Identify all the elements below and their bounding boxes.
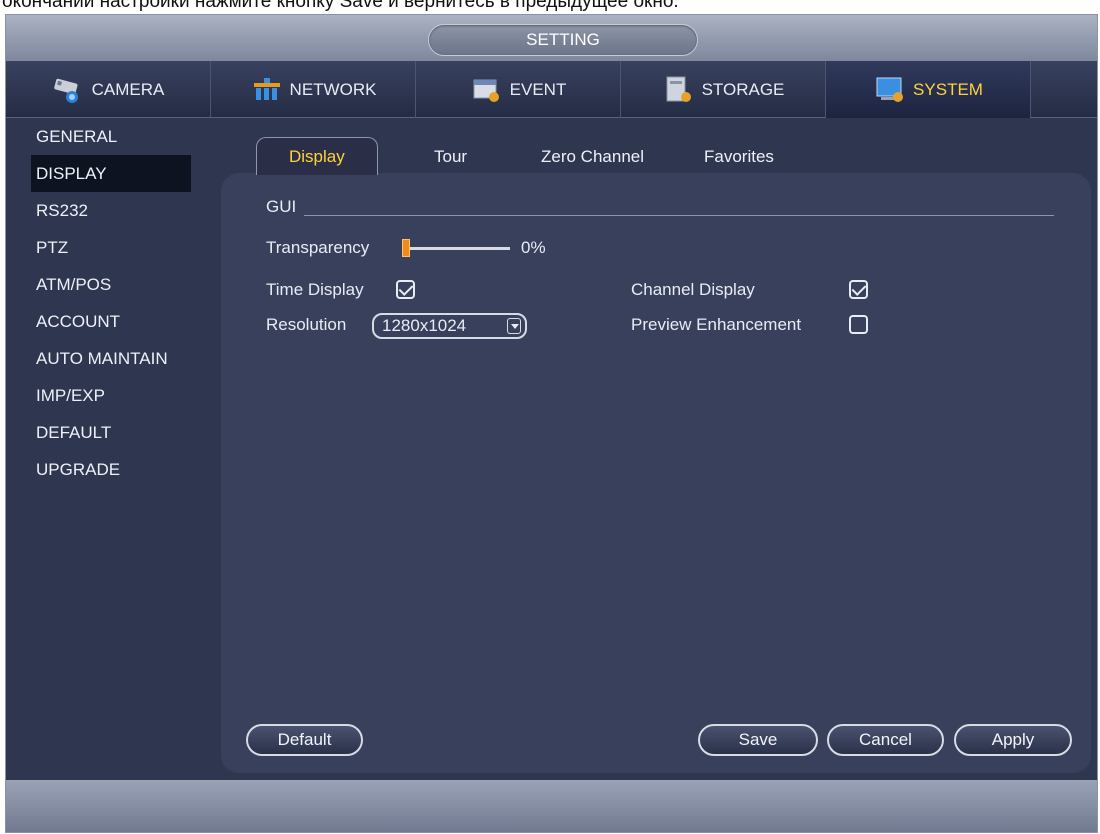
sidebar-item-account[interactable]: ACCOUNT xyxy=(6,303,206,340)
tab-display[interactable]: Display xyxy=(256,137,378,175)
nav-tab-event[interactable]: EVENT xyxy=(416,61,621,118)
sidebar-item-ptz[interactable]: PTZ xyxy=(6,229,206,266)
event-icon xyxy=(470,75,504,105)
default-button[interactable]: Default xyxy=(246,724,363,756)
preview-enhancement-label: Preview Enhancement xyxy=(631,315,802,334)
tab-favorites[interactable]: Favorites xyxy=(704,138,774,176)
content-panel xyxy=(221,173,1091,773)
cancel-button[interactable]: Cancel xyxy=(827,724,944,756)
time-display-checkbox[interactable] xyxy=(396,280,415,299)
transparency-label: Transparency xyxy=(266,238,370,257)
resolution-select[interactable]: 1280x1024 xyxy=(372,313,527,339)
footer-bar xyxy=(6,780,1097,832)
nav-tab-camera[interactable]: CAMERA xyxy=(6,61,211,118)
nav-tab-label: EVENT xyxy=(509,79,567,99)
transparency-slider-handle[interactable] xyxy=(402,239,410,257)
title-bar: SETTING xyxy=(6,15,1097,61)
sidebar-item-auto-maintain[interactable]: AUTO MAINTAIN xyxy=(6,340,206,377)
transparency-slider-track[interactable] xyxy=(410,247,510,250)
resolution-label: Resolution xyxy=(266,315,347,334)
sidebar-item-display[interactable]: DISPLAY xyxy=(31,155,191,192)
channel-display-checkbox[interactable] xyxy=(849,280,868,299)
nav-tab-label: SYSTEM xyxy=(913,79,983,99)
nav-tab-system[interactable]: SYSTEM xyxy=(826,61,1031,118)
chevron-down-icon[interactable] xyxy=(507,318,521,334)
sidebar-item-rs232[interactable]: RS232 xyxy=(6,192,206,229)
nav-tab-label: CAMERA xyxy=(91,79,165,99)
gui-divider xyxy=(304,215,1054,216)
nav-tab-network[interactable]: NETWORK xyxy=(211,61,416,118)
system-icon xyxy=(873,75,907,105)
nav-tab-storage[interactable]: STORAGE xyxy=(621,61,826,118)
sidebar-item-atm-pos[interactable]: ATM/POS xyxy=(6,266,206,303)
apply-button[interactable]: Apply xyxy=(954,724,1072,756)
resolution-value: 1280x1024 xyxy=(382,316,467,335)
main-nav: CAMERA NETWORK EVENT STORAGE SYSTEM xyxy=(6,61,1097,118)
sidebar-item-default[interactable]: DEFAULT xyxy=(6,414,206,451)
nav-tab-label: STORAGE xyxy=(701,79,785,99)
channel-display-label: Channel Display xyxy=(631,280,755,299)
sidebar-item-imp-exp[interactable]: IMP/EXP xyxy=(6,377,206,414)
gui-section-label: GUI xyxy=(266,197,297,216)
sidebar-item-general[interactable]: GENERAL xyxy=(6,118,206,155)
page-caption: окончании настройки нажмите кнопку Save … xyxy=(0,0,1100,14)
nav-tab-label: NETWORK xyxy=(289,79,377,99)
tab-zero-channel[interactable]: Zero Channel xyxy=(541,138,644,176)
tab-tour[interactable]: Tour xyxy=(434,138,467,176)
sidebar-item-upgrade[interactable]: UPGRADE xyxy=(6,451,206,488)
camera-icon xyxy=(52,75,86,105)
caption-text: окончании настройки нажмите кнопку Save … xyxy=(2,0,679,12)
window-title: SETTING xyxy=(428,24,698,56)
transparency-value: 0% xyxy=(521,238,546,257)
preview-enhancement-checkbox[interactable] xyxy=(849,315,868,334)
save-button[interactable]: Save xyxy=(698,724,818,756)
side-menu: GENERAL DISPLAY RS232 PTZ ATM/POS ACCOUN… xyxy=(6,118,206,488)
network-icon xyxy=(250,75,284,105)
settings-window: SETTING CAMERA NETWORK EVENT STORAGE SYS… xyxy=(5,14,1098,833)
time-display-label: Time Display xyxy=(266,280,364,299)
storage-icon xyxy=(662,75,696,105)
